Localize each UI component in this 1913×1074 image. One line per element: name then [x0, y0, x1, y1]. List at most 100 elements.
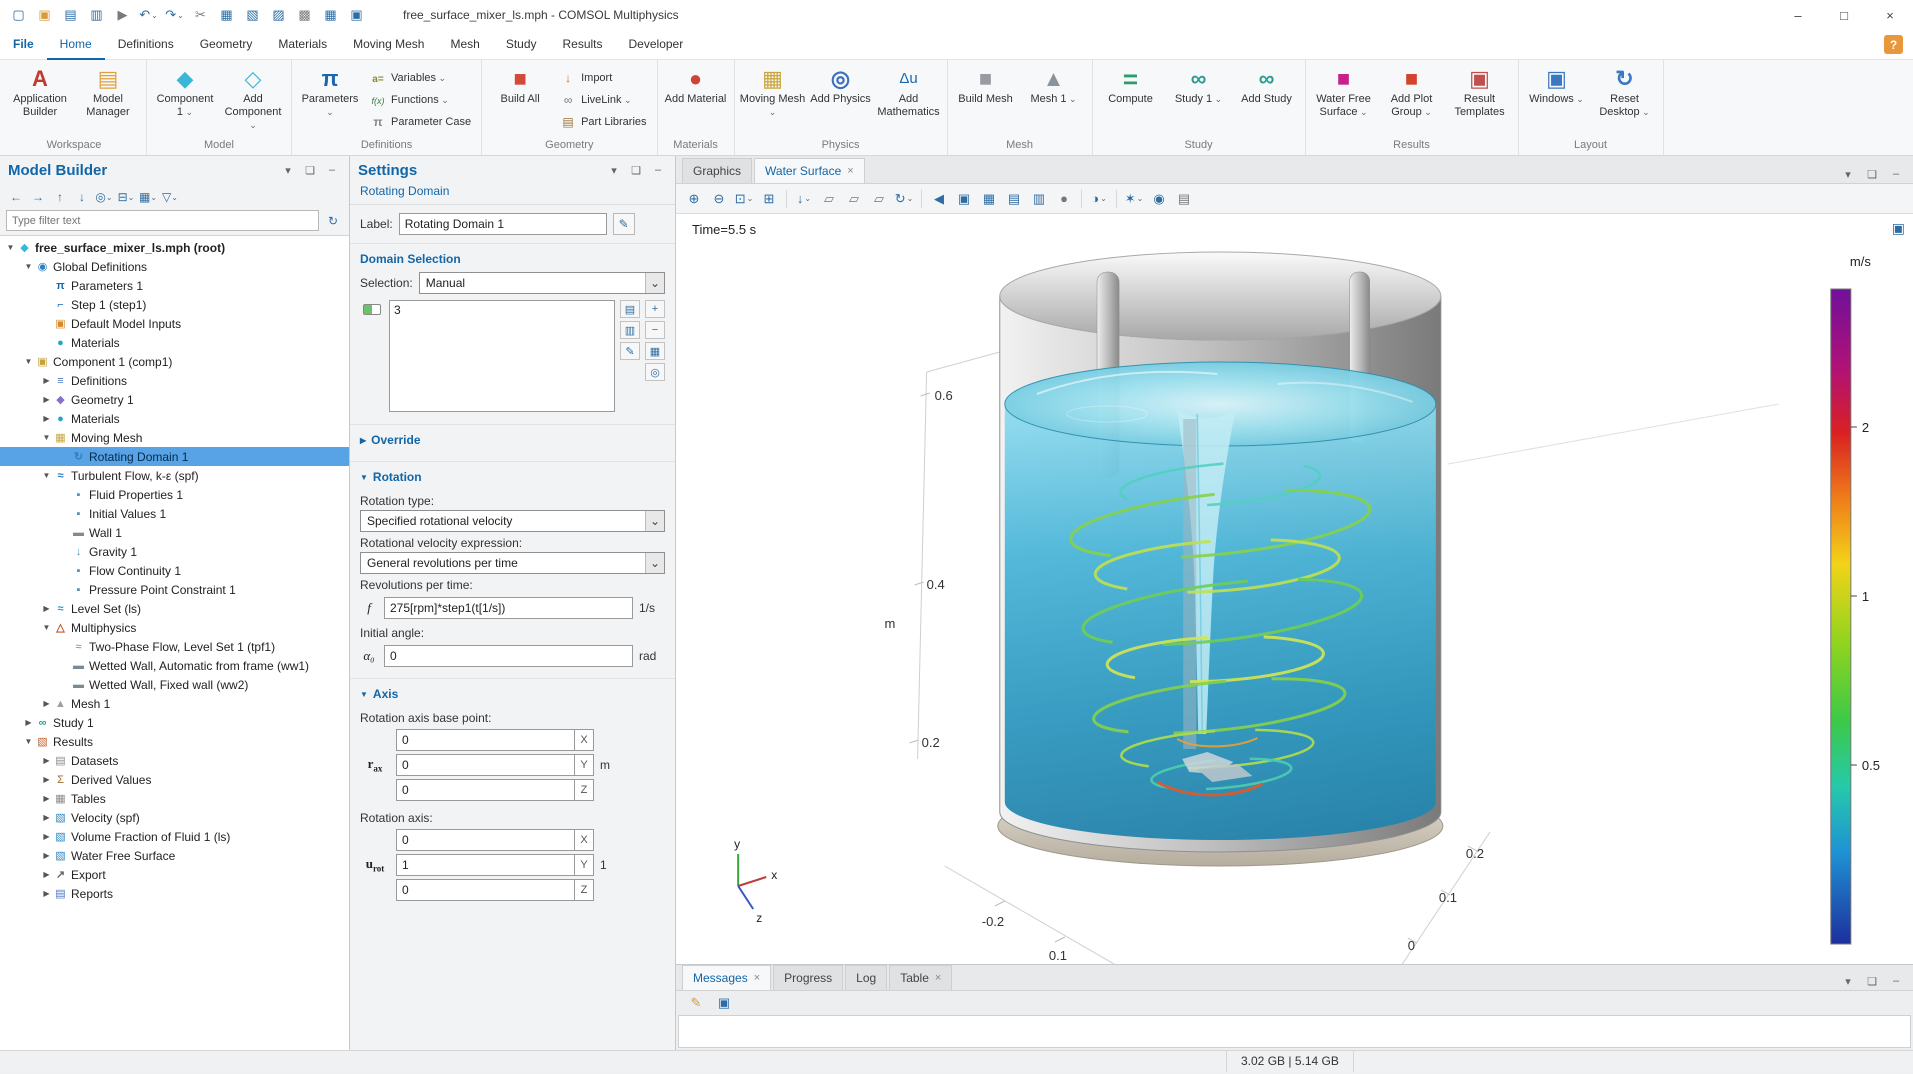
- close-tab-icon[interactable]: ×: [935, 972, 941, 984]
- expander-icon[interactable]: [40, 433, 53, 442]
- save-as-icon[interactable]: ▥: [84, 3, 109, 27]
- minimize-button[interactable]: –: [1775, 0, 1821, 30]
- expander-icon[interactable]: [40, 794, 53, 803]
- view-xy-icon[interactable]: ▱: [817, 187, 841, 211]
- build-mesh-button[interactable]: Build Mesh: [953, 62, 1019, 132]
- tree-item[interactable]: Definitions: [0, 371, 349, 390]
- scene-appearance-icon[interactable]: ◑⌄: [1087, 187, 1111, 211]
- copy-icon[interactable]: ▦: [214, 3, 239, 27]
- graphics-canvas[interactable]: 0.6 0.4 0.2 m -0.2 0.1 0.2 0.1 0 y x z: [676, 214, 1913, 964]
- panel-menu-icon[interactable]: ▾: [1839, 972, 1857, 990]
- menu-definitions[interactable]: Definitions: [105, 30, 187, 60]
- expander-icon[interactable]: [40, 623, 53, 632]
- environment-icon[interactable]: ✶⌄: [1122, 187, 1146, 211]
- filter-icon[interactable]: ▽⌄: [160, 187, 180, 207]
- tree-item[interactable]: Tables: [0, 789, 349, 808]
- zoom-box-icon[interactable]: ⊡⌄: [732, 187, 756, 211]
- expander-icon[interactable]: [22, 262, 35, 271]
- tree-item[interactable]: Wetted Wall, Fixed wall (ww2): [0, 675, 349, 694]
- menu-study[interactable]: Study: [493, 30, 550, 60]
- component-button[interactable]: Component 1: [152, 62, 218, 132]
- tree-item[interactable]: Component 1 (comp1): [0, 352, 349, 371]
- move-down-icon[interactable]: ↓: [72, 187, 92, 207]
- tree-item[interactable]: Pressure Point Constraint 1: [0, 580, 349, 599]
- expander-icon[interactable]: [40, 775, 53, 784]
- add-material-button[interactable]: Add Material: [663, 62, 729, 132]
- minimize-panel-icon[interactable]: –: [1887, 165, 1905, 183]
- filter-input[interactable]: [6, 210, 319, 231]
- print-icon[interactable]: ▤: [1172, 187, 1196, 211]
- active-toggle-icon[interactable]: [363, 304, 381, 315]
- tree-item[interactable]: Default Model Inputs: [0, 314, 349, 333]
- water-free-surface-button[interactable]: Water Free Surface: [1311, 62, 1377, 132]
- panel-menu-icon[interactable]: ▾: [279, 161, 297, 179]
- menu-developer[interactable]: Developer: [616, 30, 697, 60]
- expander-icon[interactable]: [40, 471, 53, 480]
- override-header[interactable]: Override: [360, 431, 665, 453]
- lock-camera-icon[interactable]: ●: [1052, 187, 1076, 211]
- rotation-type-dropdown[interactable]: Specified rotational velocity: [360, 510, 665, 532]
- open-log-window-icon[interactable]: ▣: [712, 991, 736, 1015]
- revolutions-input[interactable]: [384, 597, 633, 619]
- expander-icon[interactable]: [40, 699, 53, 708]
- tree-item[interactable]: Wetted Wall, Automatic from frame (ww1): [0, 656, 349, 675]
- undock-plot-icon[interactable]: ▣: [1892, 220, 1905, 237]
- remove-from-selection-icon[interactable]: −: [645, 321, 665, 339]
- duplicate-icon[interactable]: ▧: [240, 3, 265, 27]
- model-manager-button[interactable]: Model Manager: [75, 62, 141, 132]
- axis-y-input[interactable]: [396, 854, 574, 876]
- move-up-icon[interactable]: ↑: [50, 187, 70, 207]
- rename-icon[interactable]: ✎: [613, 213, 635, 235]
- compute-button[interactable]: Compute: [1098, 62, 1164, 132]
- close-tab-icon[interactable]: ×: [847, 165, 853, 177]
- show-options-icon[interactable]: ◎⌄: [94, 187, 114, 207]
- menu-geometry[interactable]: Geometry: [187, 30, 266, 60]
- part-libraries-button[interactable]: Part Libraries: [555, 113, 651, 131]
- tree-item[interactable]: Velocity (spf): [0, 808, 349, 827]
- new-file-icon[interactable]: ▢: [6, 3, 31, 27]
- minimize-panel-icon[interactable]: –: [323, 161, 341, 179]
- paste-selection-icon[interactable]: ▥: [620, 321, 640, 339]
- tab-progress[interactable]: Progress: [773, 965, 843, 990]
- zoom-to-selection-icon[interactable]: ◎: [645, 363, 665, 381]
- refresh-plot-icon[interactable]: ↻⌄: [892, 187, 916, 211]
- menu-materials[interactable]: Materials: [265, 30, 340, 60]
- tree-item[interactable]: Parameters 1: [0, 276, 349, 295]
- forward-icon[interactable]: →: [28, 187, 48, 207]
- tree-item[interactable]: Turbulent Flow, k-ε (spf): [0, 466, 349, 485]
- view-yz-icon[interactable]: ▱: [842, 187, 866, 211]
- panel-menu-icon[interactable]: ▾: [605, 161, 623, 179]
- clear-selection-icon[interactable]: ▦: [645, 342, 665, 360]
- float-panel-icon[interactable]: ❏: [1863, 165, 1881, 183]
- selection-list[interactable]: 3: [389, 300, 615, 412]
- axis-header[interactable]: Axis: [360, 685, 665, 707]
- collapse-options-icon[interactable]: ⊟⌄: [116, 187, 136, 207]
- last-plot-icon[interactable]: ▥: [1027, 187, 1051, 211]
- build-all-button[interactable]: Build All: [487, 62, 553, 132]
- result-templates-button[interactable]: Result Templates: [1447, 62, 1513, 132]
- axis-x-input[interactable]: [396, 829, 574, 851]
- tree-item[interactable]: Flow Continuity 1: [0, 561, 349, 580]
- label-input[interactable]: [399, 213, 607, 235]
- messages-content[interactable]: [678, 1015, 1911, 1048]
- tree-item[interactable]: Water Free Surface: [0, 846, 349, 865]
- expander-icon[interactable]: [40, 756, 53, 765]
- expander-icon[interactable]: [40, 414, 53, 423]
- tree-item[interactable]: Export: [0, 865, 349, 884]
- zoom-extents-icon[interactable]: ⊞: [757, 187, 781, 211]
- tree-item[interactable]: Reports: [0, 884, 349, 903]
- expander-icon[interactable]: [40, 604, 53, 613]
- rotation-header[interactable]: Rotation: [360, 468, 665, 490]
- tree-item[interactable]: Moving Mesh: [0, 428, 349, 447]
- paste-icon[interactable]: ▨: [266, 3, 291, 27]
- moving-mesh-button[interactable]: Moving Mesh: [740, 62, 806, 132]
- variables-button[interactable]: Variables: [365, 69, 476, 87]
- create-selection-icon[interactable]: ✎: [620, 342, 640, 360]
- tree-item[interactable]: Volume Fraction of Fluid 1 (ls): [0, 827, 349, 846]
- cut-icon[interactable]: ✂: [188, 3, 213, 27]
- delete-icon[interactable]: ▩: [292, 3, 317, 27]
- expander-icon[interactable]: [40, 395, 53, 404]
- tree-item[interactable]: Multiphysics: [0, 618, 349, 637]
- expander-icon[interactable]: [22, 737, 35, 746]
- clear-tables-icon[interactable]: ▦: [318, 3, 343, 27]
